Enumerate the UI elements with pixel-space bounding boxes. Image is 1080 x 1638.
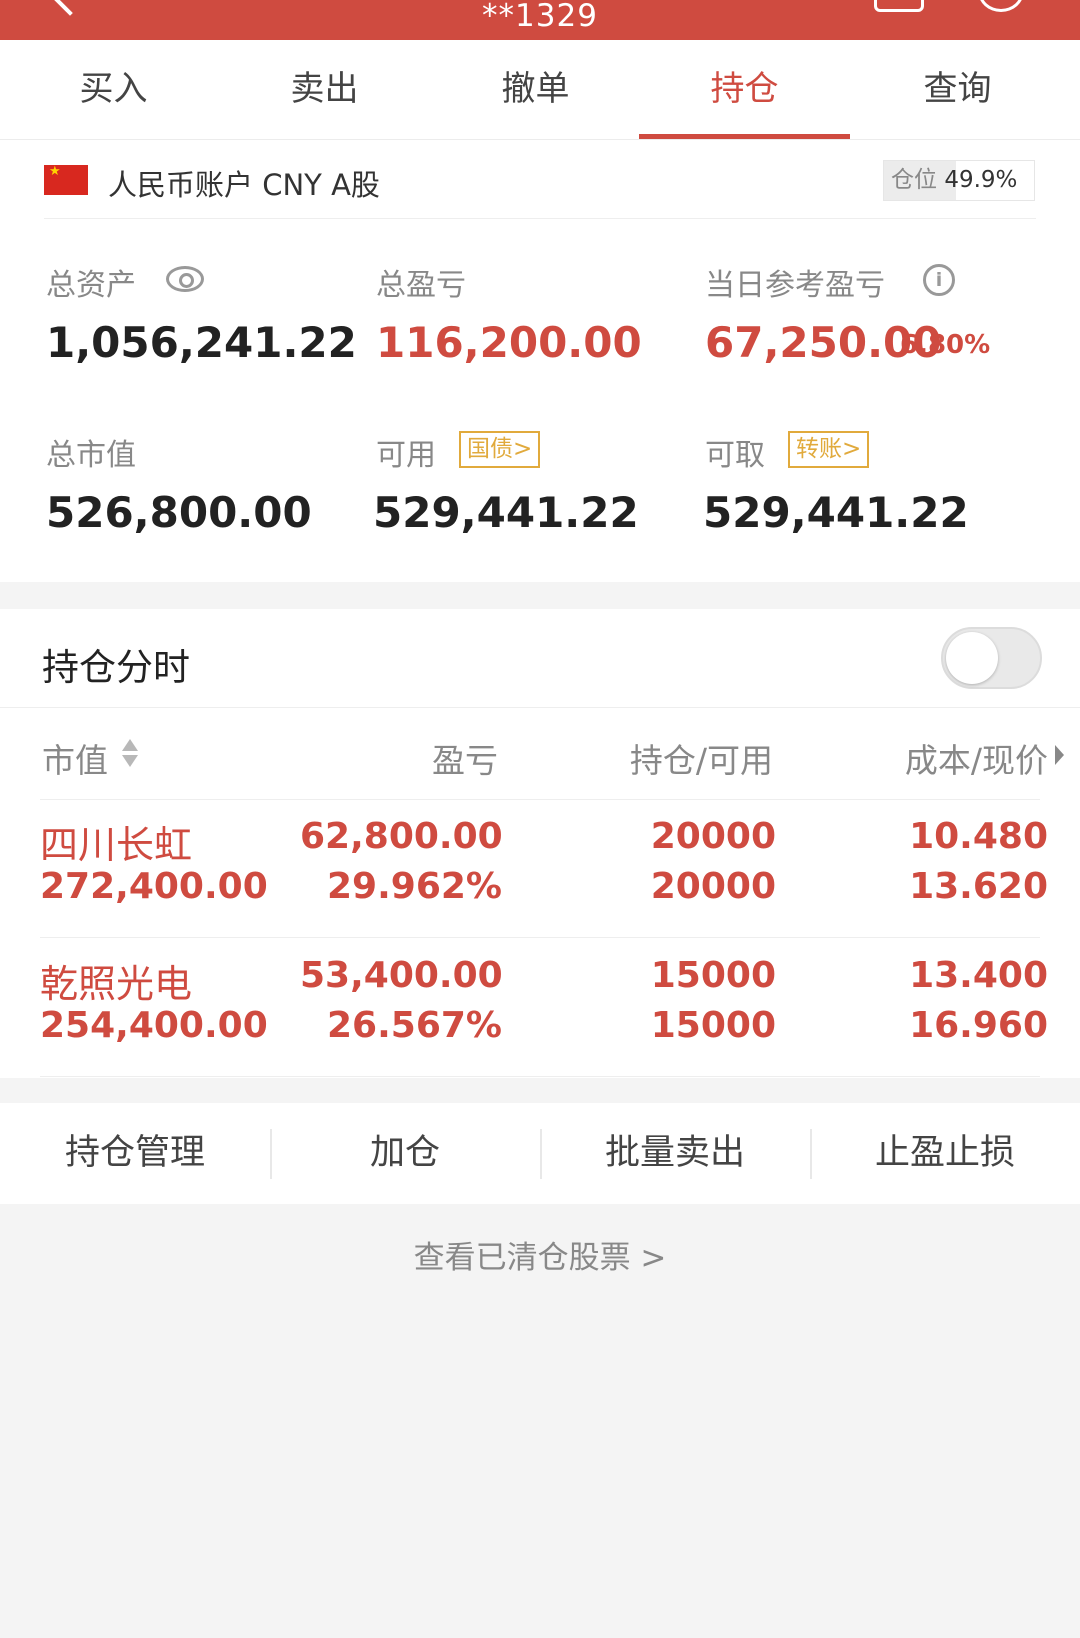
stop-profit-loss-button[interactable]: 止盈止损 <box>810 1103 1080 1204</box>
cleared-stocks-link[interactable]: 查看已清仓股票 > <box>0 1232 1080 1277</box>
holding-row[interactable]: 四川长虹 272,400.00 62,800.00 29.962% 20000 … <box>0 800 1080 938</box>
sort-icon[interactable] <box>120 739 140 771</box>
tab-buy[interactable]: 买入 <box>8 40 219 139</box>
market-value-label: 总市值 <box>46 438 136 473</box>
withdrawable-value: 529,441.22 <box>703 488 969 537</box>
stock-pnl-percent: 29.962% <box>327 866 502 907</box>
stock-pnl: 62,800.00 <box>300 816 503 857</box>
withdrawable-label: 可取 <box>705 438 765 473</box>
stock-cost: 10.480 <box>909 816 1048 857</box>
stock-name: 四川长虹 <box>40 823 193 867</box>
column-market-value[interactable]: 市值 <box>42 734 108 782</box>
china-flag-icon <box>44 165 88 195</box>
daily-pnl-label: 当日参考盈亏 <box>705 268 885 303</box>
market-value: 526,800.00 <box>46 488 312 537</box>
tab-query[interactable]: 查询 <box>852 40 1063 139</box>
account-summary: 人民币账户 CNY A股 仓位 49.9% 总资产 1,056,241.22 总… <box>0 140 1080 582</box>
stock-available: 15000 <box>650 1005 776 1046</box>
app-header: **1329 <box>0 0 1080 40</box>
holdings-panel: 持仓分时 市值 盈亏 持仓/可用 成本/现价 四川长虹 272,400.00 6… <box>0 609 1080 1078</box>
holding-row[interactable]: 乾照光电 254,400.00 53,400.00 26.567% 15000 … <box>0 939 1080 1077</box>
column-pnl: 盈亏 <box>432 741 498 780</box>
stock-cost: 13.400 <box>909 955 1048 996</box>
stock-pnl-percent: 26.567% <box>327 1005 502 1046</box>
add-position-button[interactable]: 加仓 <box>270 1103 540 1204</box>
available-label: 可用 <box>376 438 436 473</box>
intraday-toggle[interactable] <box>941 627 1042 689</box>
stock-price: 16.960 <box>909 1005 1048 1046</box>
available-value: 529,441.22 <box>373 488 639 537</box>
transfer-link[interactable]: 转账> <box>788 431 870 468</box>
batch-sell-button[interactable]: 批量卖出 <box>540 1103 810 1204</box>
holding-actions: 持仓管理 加仓 批量卖出 止盈止损 <box>0 1103 1080 1204</box>
column-cost-price[interactable]: 成本/现价 <box>830 734 1048 782</box>
daily-pnl-percent: 6.80% <box>900 330 991 360</box>
stock-name: 乾照光电 <box>40 962 193 1006</box>
eye-icon[interactable] <box>166 266 204 292</box>
holdings-intraday-title: 持仓分时 <box>42 646 190 689</box>
total-assets-value: 1,056,241.22 <box>46 318 357 367</box>
stock-market-value: 254,400.00 <box>40 1005 268 1046</box>
total-pnl-label: 总盈亏 <box>376 268 466 303</box>
stock-pnl: 53,400.00 <box>300 955 503 996</box>
divider <box>40 937 1040 938</box>
stock-position: 20000 <box>650 816 776 857</box>
divider <box>44 218 1036 219</box>
position-label: 仓位 <box>891 167 937 193</box>
info-icon[interactable]: i <box>923 264 955 296</box>
caret-right-icon[interactable] <box>1055 745 1064 765</box>
stock-available: 20000 <box>650 866 776 907</box>
stock-market-value: 272,400.00 <box>40 866 268 907</box>
stock-position: 15000 <box>650 955 776 996</box>
total-assets-label: 总资产 <box>46 268 136 303</box>
stock-price: 13.620 <box>909 866 1048 907</box>
divider <box>0 707 1080 708</box>
tab-holdings[interactable]: 持仓 <box>639 40 850 139</box>
tab-sell[interactable]: 卖出 <box>219 40 430 139</box>
treasury-bond-link[interactable]: 国债> <box>459 431 541 468</box>
account-name[interactable]: 人民币账户 CNY A股 <box>108 162 380 204</box>
position-ratio-badge: 仓位 49.9% <box>883 160 1035 201</box>
column-position: 持仓/可用 <box>629 741 773 780</box>
tab-cancel[interactable]: 撤单 <box>430 40 641 139</box>
message-icon[interactable] <box>874 0 924 12</box>
total-pnl-value: 116,200.00 <box>376 318 642 367</box>
divider <box>40 1076 1040 1077</box>
trade-tabs: 买入 卖出 撤单 持仓 查询 <box>0 40 1080 140</box>
position-value: 49.9% <box>944 167 1018 193</box>
toggle-knob <box>946 632 998 684</box>
manage-holdings-button[interactable]: 持仓管理 <box>0 1103 270 1204</box>
